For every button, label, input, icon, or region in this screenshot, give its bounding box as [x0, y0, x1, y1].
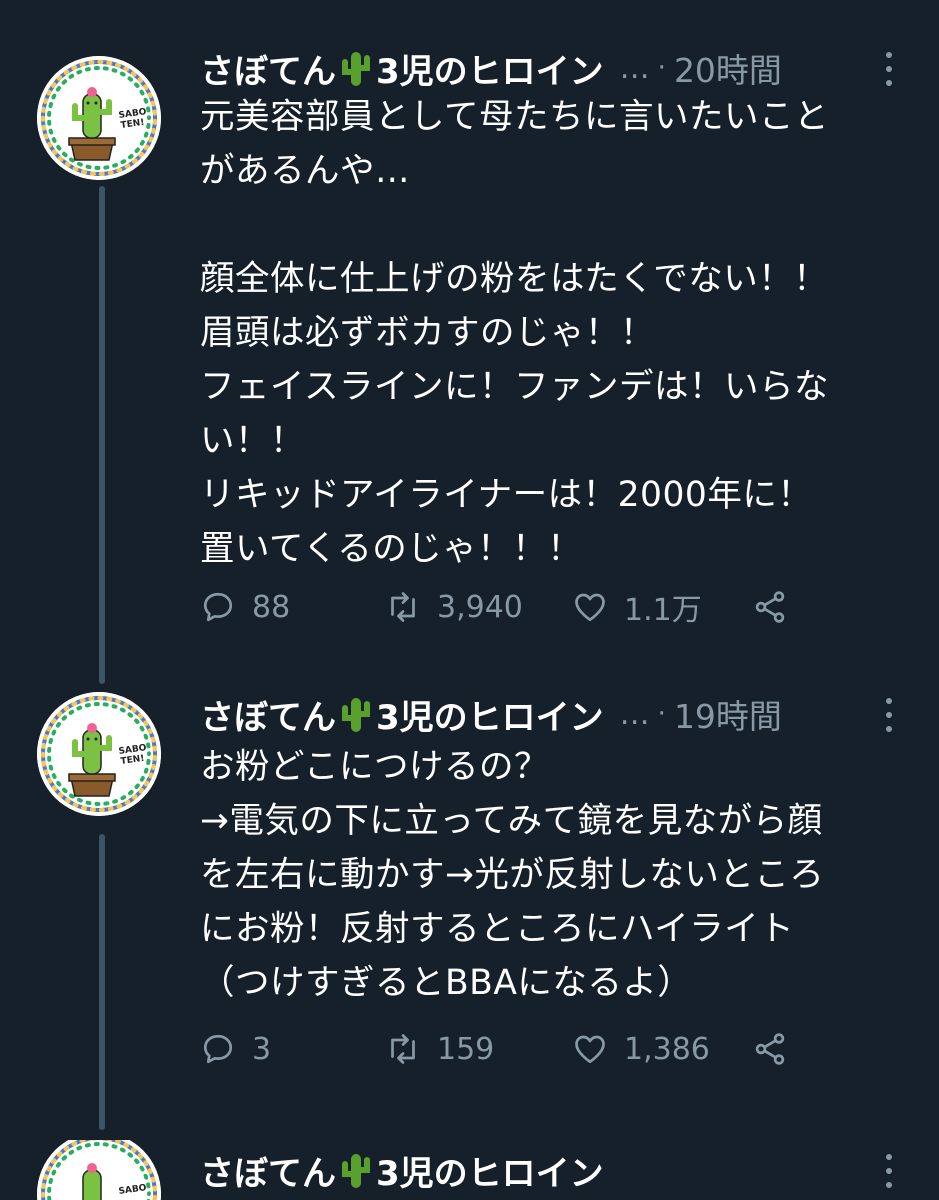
like-count: 1.1万: [624, 593, 702, 628]
separator-dot: ·: [657, 53, 666, 83]
share-button[interactable]: [752, 584, 804, 630]
reply-icon: [203, 1034, 233, 1064]
tweet[interactable]: SABO TEN! さぼてん 3児のヒロイン … · 20時間 元美容部員として…: [0, 38, 939, 678]
reply-button[interactable]: 88: [200, 584, 290, 630]
retweet-button[interactable]: 3,940: [385, 584, 523, 630]
avatar[interactable]: SABO: [37, 1140, 161, 1200]
tweet-text: お粉どこにつけるの？ →電気の下に立ってみて鏡を見ながら顔 を左右に動かす→光が…: [200, 747, 825, 1003]
display-name[interactable]: さぼてん: [200, 44, 336, 93]
retweet-button[interactable]: 159: [385, 1026, 494, 1072]
display-name-suffix[interactable]: 3児のヒロイン: [376, 690, 604, 739]
cactus-emoji-icon: [342, 1154, 370, 1188]
cactus-avatar-icon: SABO TEN!: [37, 692, 161, 816]
more-options-icon[interactable]: [879, 698, 899, 732]
cactus-avatar-icon: SABO TEN!: [37, 56, 161, 180]
cactus-emoji-icon: [342, 52, 370, 86]
avatar[interactable]: SABO TEN!: [37, 692, 161, 816]
reply-count: 88: [252, 589, 291, 625]
tweet-actions: 88 3,940 1.1万: [200, 584, 820, 630]
like-button[interactable]: 1,386: [572, 1026, 710, 1072]
cactus-emoji-icon: [342, 698, 370, 732]
cactus-avatar-icon: SABO: [37, 1140, 161, 1200]
display-name-suffix[interactable]: 3児のヒロイン: [376, 44, 604, 93]
timestamp[interactable]: 19時間: [674, 690, 782, 738]
retweet-icon: [391, 1034, 415, 1064]
retweet-icon: [391, 592, 415, 622]
more-options-icon[interactable]: [879, 52, 899, 86]
like-button[interactable]: 1.1万: [572, 584, 702, 630]
display-name[interactable]: さぼてん: [200, 690, 336, 739]
share-button[interactable]: [752, 1026, 804, 1072]
like-count: 1,386: [624, 1031, 710, 1067]
tweet[interactable]: SABO さぼてん 3児のヒロイン: [0, 1140, 939, 1200]
share-icon: [755, 591, 785, 623]
tweet[interactable]: SABO TEN! さぼてん 3児のヒロイン … · 19時間 お粉どこにつける…: [0, 684, 939, 1104]
share-icon: [755, 1033, 785, 1065]
tweet-header: さぼてん 3児のヒロイン: [200, 1140, 899, 1200]
tweet-actions: 3 159 1,386: [200, 1026, 820, 1072]
retweet-count: 159: [437, 1031, 495, 1067]
avatar[interactable]: SABO TEN!: [37, 56, 161, 180]
heart-icon: [575, 593, 605, 622]
tweet-header: さぼてん 3児のヒロイン … · 19時間: [200, 684, 899, 744]
reply-button[interactable]: 3: [200, 1026, 271, 1072]
handle[interactable]: …: [620, 697, 650, 732]
display-name[interactable]: さぼてん: [200, 1146, 336, 1195]
handle[interactable]: …: [620, 51, 650, 86]
display-name-suffix[interactable]: 3児のヒロイン: [376, 1146, 604, 1195]
heart-icon: [575, 1035, 605, 1064]
retweet-count: 3,940: [437, 589, 523, 625]
separator-dot: ·: [657, 699, 666, 729]
reply-count: 3: [252, 1031, 272, 1067]
timestamp[interactable]: 20時間: [674, 44, 782, 92]
reply-icon: [203, 592, 233, 622]
more-options-icon[interactable]: [879, 1154, 899, 1188]
tweet-header: さぼてん 3児のヒロイン … · 20時間: [200, 38, 899, 98]
tweet-text: 元美容部員として母たちに言いたいこと があるんや… 顔全体に仕上げの粉をはたくで…: [200, 97, 829, 569]
